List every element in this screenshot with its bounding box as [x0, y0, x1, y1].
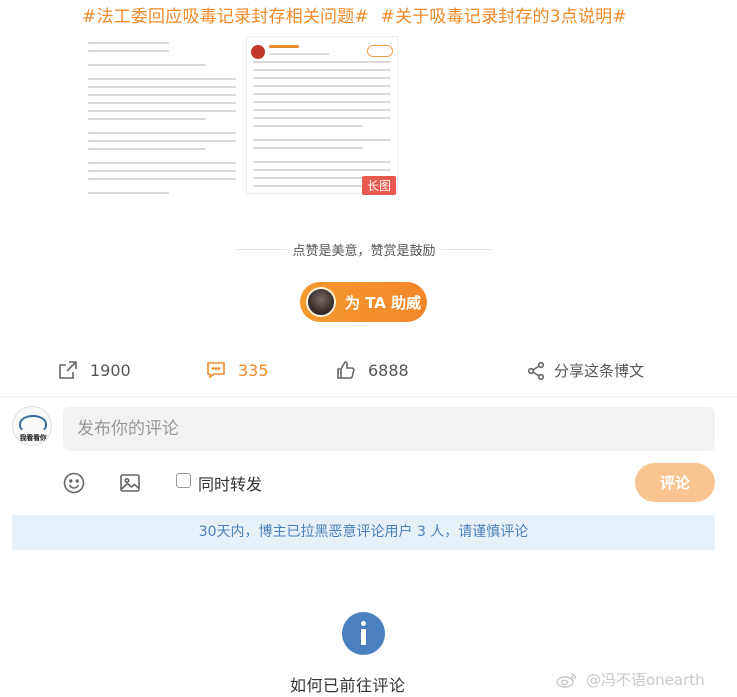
comment-count: 335 — [238, 360, 269, 380]
comment-icon — [207, 362, 225, 379]
share-post-label: 分享这条博文 — [554, 362, 645, 380]
image-thumbnail[interactable] — [246, 36, 398, 194]
action-bar: 1900 335 6888 分享这条博文 — [0, 352, 737, 392]
topic-link[interactable]: #法工委回应吸毒记录封存相关问题# — [82, 7, 369, 27]
repost-checkbox[interactable] — [176, 473, 191, 488]
watermark-text: @冯不语onearth — [586, 671, 705, 689]
image-thumbnail[interactable] — [82, 36, 242, 194]
avatar-text: 我看看你 — [19, 434, 47, 442]
share-icon — [59, 361, 77, 379]
long-image-badge: 长图 — [362, 176, 397, 195]
info-icon — [342, 612, 385, 655]
support-label: 为 TA 助威 — [345, 293, 422, 312]
watermark: @冯不语onearth — [556, 669, 705, 690]
divider — [0, 396, 737, 397]
weibo-logo-icon — [556, 672, 577, 688]
bottom-text: 如何已前往评论 — [290, 676, 406, 695]
user-avatar[interactable]: 我看看你 — [12, 406, 52, 446]
image-icon[interactable] — [119, 472, 141, 494]
support-button[interactable]: 为 TA 助威 — [300, 282, 427, 322]
comment-button[interactable]: 335 — [206, 360, 269, 380]
praise-divider: 点赞是美意，赞赏是鼓励 — [232, 240, 496, 260]
topic-tags: #法工委回应吸毒记录封存相关问题# #关于吸毒记录封存的3点说明# — [82, 2, 633, 27]
share-button[interactable]: 1900 — [58, 360, 131, 380]
like-button[interactable]: 6888 — [336, 360, 409, 380]
comment-input[interactable] — [63, 407, 715, 451]
supporter-avatar — [306, 287, 336, 317]
share-nodes-icon — [527, 361, 545, 380]
share-count: 1900 — [90, 360, 131, 380]
repost-label: 同时转发 — [198, 475, 263, 494]
share-post-button[interactable]: 分享这条博文 — [526, 360, 644, 381]
comment-notice: 30天内，博主已拉黑恶意评论用户 3 人，请谨慎评论 — [12, 515, 715, 550]
thumbs-up-icon — [337, 361, 355, 379]
topic-link[interactable]: #关于吸毒记录封存的3点说明# — [381, 7, 627, 27]
submit-comment-button[interactable]: 评论 — [635, 463, 715, 502]
like-count: 6888 — [368, 360, 409, 380]
emoji-icon[interactable] — [63, 472, 85, 494]
